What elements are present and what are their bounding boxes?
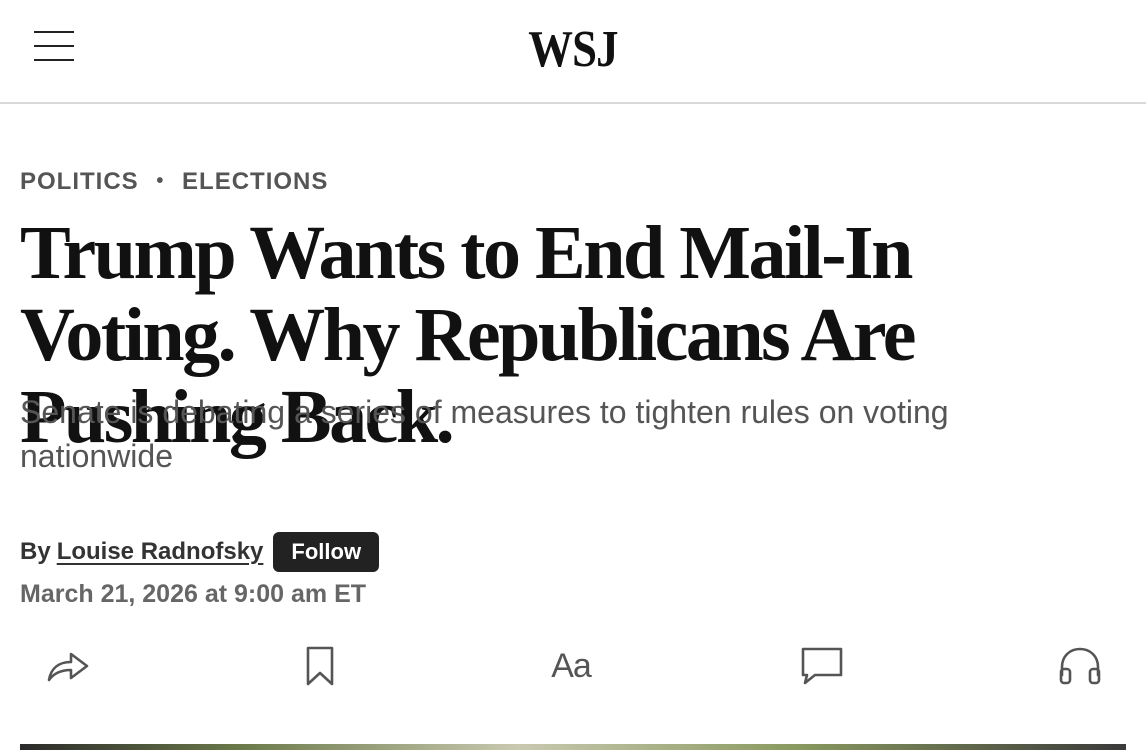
headphones-icon[interactable]	[1050, 636, 1110, 696]
comment-icon[interactable]	[792, 636, 852, 696]
breadcrumb-separator: •	[156, 170, 165, 192]
hamburger-menu-icon[interactable]	[30, 26, 78, 66]
bookmark-icon[interactable]	[290, 636, 350, 696]
follow-button[interactable]: Follow	[273, 532, 380, 572]
share-icon[interactable]	[38, 636, 98, 696]
byline: By Louise Radnofsky Follow	[20, 532, 380, 572]
article-subheadline: Senate is debating a series of measures …	[20, 394, 949, 474]
text-size-icon[interactable]: Aa	[536, 636, 606, 696]
top-navigation-bar: WSJ	[0, 0, 1146, 104]
article-toolbar: Aa	[0, 636, 1146, 700]
publish-timestamp: March 21, 2026 at 9:00 am ET	[20, 580, 367, 608]
section-link-politics[interactable]: POLITICS	[20, 168, 139, 195]
wsj-logo[interactable]: WSJ	[80, 20, 1066, 80]
hero-image	[20, 744, 1126, 750]
byline-prefix: By	[20, 538, 51, 565]
section-link-elections[interactable]: ELECTIONS	[182, 168, 328, 195]
text-size-label: Aa	[551, 646, 592, 685]
section-breadcrumb: POLITICS • ELECTIONS	[20, 168, 328, 196]
author-link[interactable]: Louise Radnofsky	[57, 538, 264, 566]
